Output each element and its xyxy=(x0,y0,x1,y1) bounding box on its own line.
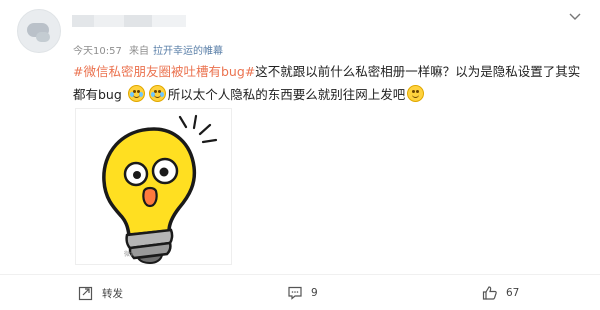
post-source[interactable]: 拉开幸运的帷幕 xyxy=(153,46,223,57)
post-time: 今天10:57 xyxy=(73,46,122,57)
comment-button[interactable]: 9 xyxy=(287,282,318,304)
action-divider xyxy=(0,274,600,275)
repost-icon xyxy=(78,286,93,301)
avatar-blur-detail xyxy=(36,32,50,42)
repost-label: 转发 xyxy=(102,287,123,300)
username-redacted[interactable] xyxy=(72,15,202,27)
avatar[interactable] xyxy=(17,9,61,53)
thumbs-up-icon xyxy=(482,286,497,300)
image-watermark: 微博 xyxy=(124,251,137,258)
smile-emoji-icon xyxy=(407,85,425,102)
weibo-post: 今天10:57 来自 拉开幸运的帷幕 #微信私密朋友圈被吐槽有bug#这不就跟以前… xyxy=(0,0,600,310)
action-bar: 转发 9 67 xyxy=(0,282,600,304)
like-button[interactable]: 67 xyxy=(482,282,519,304)
post-text-part2: 所以太个人隐私的东西要么就别往网上发吧 xyxy=(167,87,406,102)
post-content: #微信私密朋友圈被吐槽有bug#这不就跟以前什么私密相册一样嘛？以为是隐私设置了… xyxy=(73,60,588,106)
hashtag-link[interactable]: #微信私密朋友圈被吐槽有bug# xyxy=(73,64,255,79)
lightbulb-icon xyxy=(102,114,218,265)
cry-laugh-emoji-icon xyxy=(127,85,145,102)
source-prefix: 来自 xyxy=(129,46,150,57)
post-meta: 今天10:57 来自 拉开幸运的帷幕 xyxy=(73,42,227,57)
comment-icon xyxy=(288,286,302,300)
repost-button[interactable]: 转发 xyxy=(78,282,123,304)
post-image[interactable]: 微博 xyxy=(75,108,232,265)
chevron-down-icon[interactable] xyxy=(568,10,582,24)
comment-count: 9 xyxy=(311,287,318,299)
cry-laugh-emoji-icon xyxy=(148,85,166,102)
like-count: 67 xyxy=(506,287,520,299)
